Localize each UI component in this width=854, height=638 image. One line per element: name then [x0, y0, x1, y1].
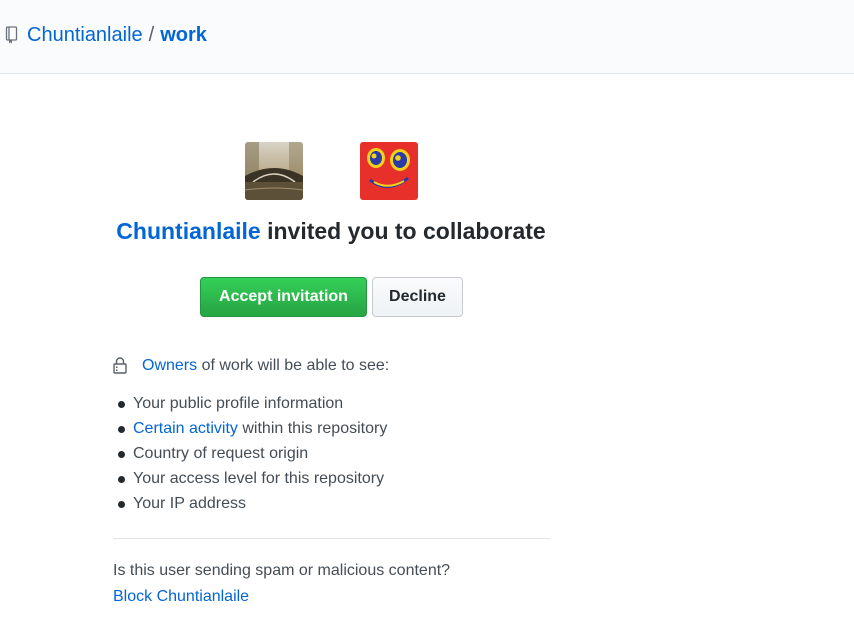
headline-text: invited you to collaborate: [260, 218, 546, 244]
repo-header: Chuntianlaile / work: [0, 0, 854, 74]
breadcrumb-separator: /: [148, 24, 155, 46]
accept-invitation-button[interactable]: Accept invitation: [200, 277, 367, 317]
list-item: Country of request origin: [113, 443, 387, 468]
list-item: Your access level for this repository: [113, 468, 387, 493]
visibility-notice: Owners of work will be able to see:: [142, 355, 389, 377]
repo-owner-link[interactable]: Chuntianlaile: [27, 24, 143, 46]
bullet-icon: [118, 501, 125, 508]
bullet-icon: [118, 476, 125, 483]
certain-activity-link[interactable]: Certain activity: [133, 420, 238, 437]
lock-icon: [113, 357, 127, 374]
bullet-icon: [118, 451, 125, 458]
repo-name-link[interactable]: work: [160, 24, 207, 46]
list-item: Your public profile information: [113, 393, 387, 418]
list-item: Your IP address: [113, 493, 387, 518]
inviter-avatar[interactable]: [245, 142, 303, 200]
bullet-icon: [118, 401, 125, 408]
repo-icon: [5, 26, 19, 44]
owners-link[interactable]: Owners: [142, 357, 197, 374]
list-item: Certain activity within this repository: [113, 418, 387, 443]
permission-list: Your public profile information Certain …: [113, 393, 387, 518]
divider: [113, 538, 550, 539]
notice-text: of work will be able to see:: [197, 357, 390, 374]
repo-breadcrumb: Chuntianlaile / work: [27, 22, 207, 48]
inviter-link[interactable]: Chuntianlaile: [116, 218, 260, 244]
spam-question: Is this user sending spam or malicious c…: [113, 562, 451, 579]
invitee-avatar[interactable]: [360, 142, 418, 200]
decline-button[interactable]: Decline: [372, 277, 463, 317]
invitation-headline: Chuntianlaile invited you to collaborate: [0, 215, 662, 247]
bullet-icon: [118, 426, 125, 433]
block-user-link[interactable]: Block Chuntianlaile: [113, 586, 249, 608]
